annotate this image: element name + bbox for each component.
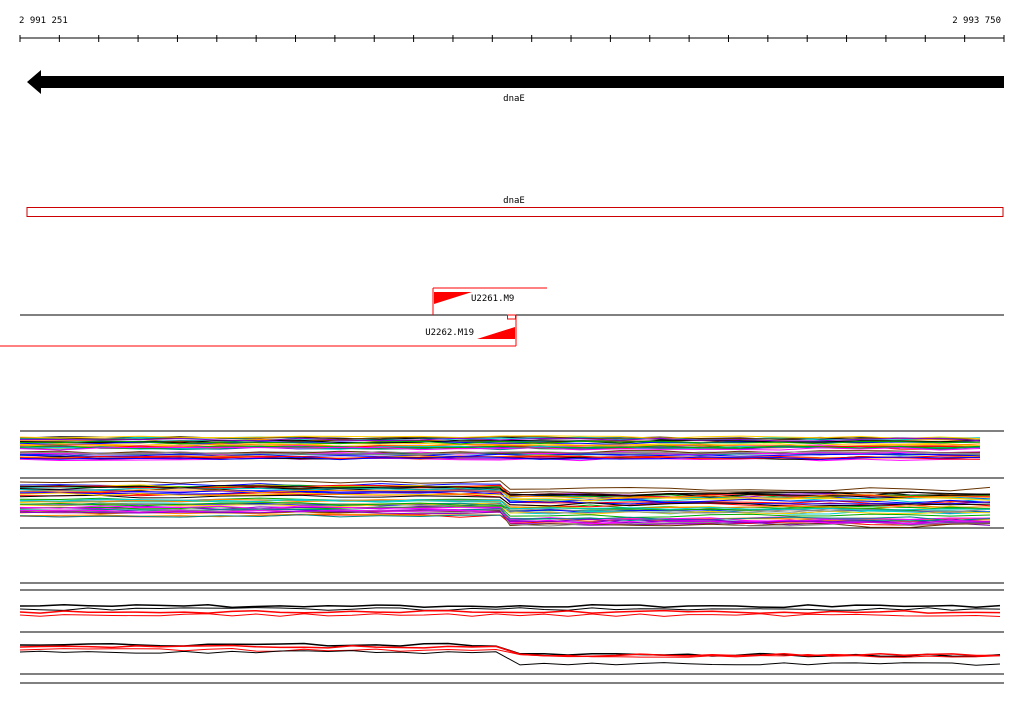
profile-lines [19, 603, 1001, 666]
primer-reverse-label: U2262.M19 [425, 328, 474, 338]
gene-arrow[interactable] [27, 70, 1004, 94]
profile-trace [19, 607, 1001, 611]
profile-trace [19, 609, 1001, 614]
ruler-end-label: 2 993 750 [952, 16, 1001, 26]
genome-browser-view: 2 991 251 2 993 750 dnaE dnaE U2261.M9 U… [0, 16, 1005, 684]
primer-reverse-arrow [477, 327, 515, 339]
ruler-start-label: 2 991 251 [19, 16, 68, 26]
primer-forward-arrow [434, 292, 472, 304]
gene-label: dnaE [503, 94, 525, 104]
cds-label: dnaE [503, 196, 525, 206]
primer-forward-mark [507, 314, 516, 320]
profile-trace [19, 613, 1001, 617]
cds-feature[interactable]: dnaE [26, 196, 1004, 217]
profile-tracks [19, 582, 1004, 684]
gene-feature[interactable]: dnaE [27, 70, 1004, 104]
primer-forward-label: U2261.M9 [471, 294, 514, 304]
coverage-lines [19, 435, 991, 529]
cds-box[interactable] [26, 207, 1004, 217]
coordinate-ruler: 2 991 251 2 993 750 [19, 16, 1005, 42]
primer-reverse[interactable]: U2262.M19 [0, 315, 517, 347]
profile-trace [19, 644, 1000, 658]
profile-trace [19, 603, 1001, 609]
primer-forward[interactable]: U2261.M9 [432, 287, 547, 320]
coverage-tracks [19, 430, 1004, 529]
primer-track: U2261.M9 U2262.M19 [0, 287, 1004, 347]
